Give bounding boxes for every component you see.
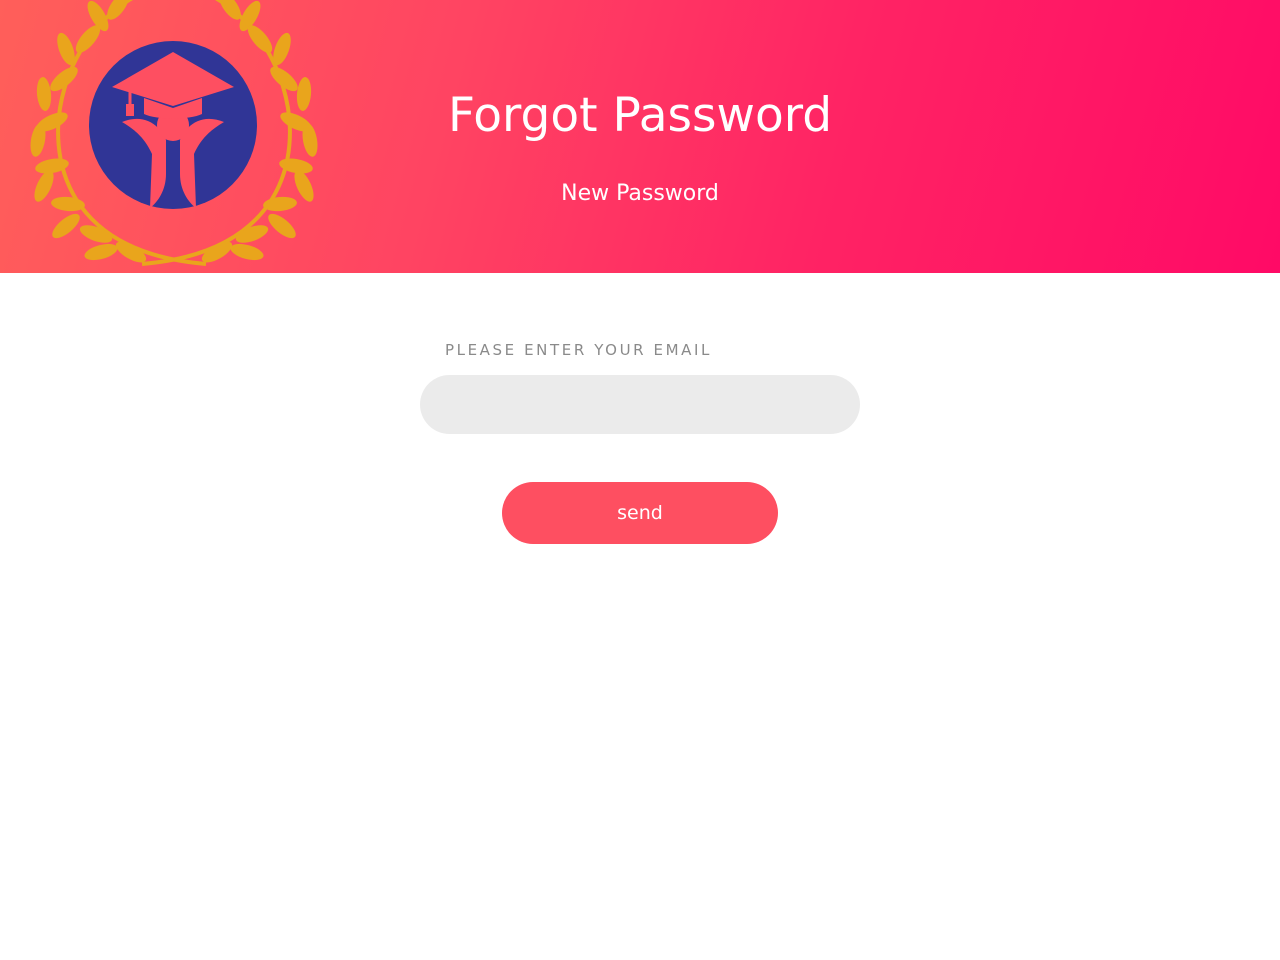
header-banner: Forgot Password New Password — [0, 0, 1280, 273]
page-title: Forgot Password — [447, 88, 833, 143]
email-label: PLEASE ENTER YOUR EMAIL — [445, 341, 713, 359]
email-field[interactable] — [420, 375, 860, 434]
send-button[interactable]: send — [502, 482, 778, 544]
page-subtitle: New Password — [561, 181, 719, 206]
